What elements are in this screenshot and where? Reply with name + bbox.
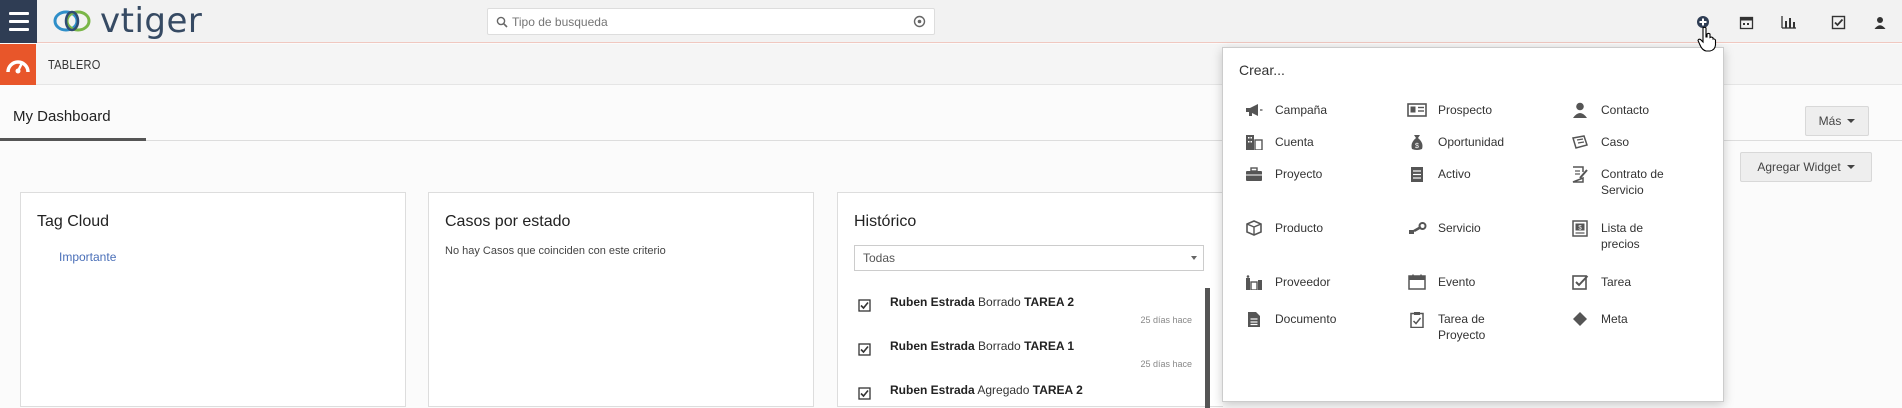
vtiger-logo[interactable]: vtiger (52, 1, 203, 41)
history-user[interactable]: Ruben Estrada (890, 339, 975, 353)
logo-text: vtiger (100, 1, 203, 41)
add-widget-label: Agregar Widget (1757, 160, 1841, 174)
tag-link[interactable]: Importante (59, 250, 116, 264)
create-item-account[interactable]: Cuenta (1243, 133, 1314, 151)
svg-text:$: $ (1415, 143, 1419, 150)
widget-title: Casos por estado (445, 213, 571, 230)
tab-my-dashboard[interactable]: My Dashboard (0, 108, 146, 141)
checkbox-icon (858, 299, 871, 312)
create-item-case[interactable]: Caso (1569, 133, 1629, 151)
create-item-asset[interactable]: Activo (1406, 165, 1471, 183)
create-item-event[interactable]: Evento (1406, 273, 1475, 291)
box-icon (1243, 219, 1265, 237)
create-item-goal[interactable]: Meta (1569, 310, 1628, 328)
contract-icon (1569, 165, 1591, 183)
history-widget: Histórico Todas Ruben Estrada Borrado TA… (837, 192, 1223, 408)
create-item-campaign[interactable]: Campaña (1243, 101, 1327, 119)
more-button[interactable]: Más (1805, 106, 1869, 136)
create-menu-dropdown: Crear... Campaña Prospecto Contacto Cuen… (1222, 47, 1724, 402)
clipboard-icon (1406, 310, 1428, 328)
create-item-project[interactable]: Proyecto (1243, 165, 1322, 183)
create-item-price-list[interactable]: $ Lista de precios (1569, 219, 1681, 252)
checkbox-icon (858, 387, 871, 400)
history-target[interactable]: TAREA 1 (1024, 339, 1074, 353)
create-item-document[interactable]: Documento (1243, 310, 1336, 328)
global-search[interactable] (487, 8, 935, 35)
empty-message: No hay Casos que coinciden con este crit… (445, 245, 666, 257)
search-options-icon[interactable] (913, 15, 926, 28)
add-widget-button[interactable]: Agregar Widget (1740, 152, 1872, 182)
calendar-icon[interactable] (1737, 13, 1755, 31)
tag-cloud-widget: Tag Cloud Importante (20, 192, 406, 407)
more-label: Más (1818, 114, 1842, 128)
chevron-down-icon (1846, 165, 1855, 169)
money-bag-icon: $ (1406, 133, 1428, 151)
history-time: 25 días hace (1140, 315, 1192, 325)
chart-icon[interactable] (1780, 13, 1798, 31)
briefcase-icon (1243, 165, 1265, 183)
chevron-down-icon (1191, 256, 1197, 260)
history-action: Borrado (978, 339, 1021, 353)
history-action: Borrado (978, 295, 1021, 309)
create-item-lead[interactable]: Prospecto (1406, 101, 1492, 119)
top-bar: vtiger (0, 0, 1902, 43)
diamond-icon (1569, 310, 1591, 328)
chevron-down-icon (1847, 119, 1856, 123)
building-icon (1243, 133, 1265, 151)
widget-title: Tag Cloud (37, 213, 110, 230)
history-action: Agregado (977, 383, 1030, 397)
cases-by-status-widget: Casos por estado No hay Casos que coinci… (428, 192, 814, 407)
search-icon (496, 16, 508, 28)
widget-title: Histórico (854, 213, 917, 230)
vendor-icon (1243, 273, 1265, 291)
history-target[interactable]: TAREA 2 (1024, 295, 1074, 309)
create-menu-title: Crear... (1239, 62, 1285, 78)
create-item-project-task[interactable]: Tarea de Proyecto (1406, 310, 1518, 343)
wrench-icon (1406, 219, 1428, 237)
hamburger-menu-icon[interactable] (0, 0, 37, 43)
hand-cursor-icon (1697, 26, 1717, 52)
dashboard-gauge-icon[interactable] (0, 44, 36, 85)
calendar-event-icon (1406, 273, 1428, 291)
module-title: TABLERO (48, 57, 101, 72)
server-icon (1406, 165, 1428, 183)
vtiger-logo-mark-icon (53, 10, 91, 32)
ticket-icon (1569, 133, 1591, 151)
history-target[interactable]: TAREA 2 (1033, 383, 1083, 397)
person-icon (1569, 101, 1591, 119)
price-list-icon: $ (1569, 219, 1591, 237)
create-item-opportunity[interactable]: $ Oportunidad (1406, 133, 1504, 151)
history-filter-select[interactable]: Todas (854, 245, 1204, 271)
user-icon[interactable] (1871, 13, 1889, 31)
id-card-icon (1406, 101, 1428, 119)
megaphone-icon (1243, 101, 1265, 119)
document-icon (1243, 310, 1265, 328)
history-user[interactable]: Ruben Estrada (890, 295, 975, 309)
history-scrollbar[interactable] (1205, 288, 1210, 408)
history-time: 25 días hace (1140, 359, 1192, 369)
checkbox-icon (858, 343, 871, 356)
create-item-service-contract[interactable]: Contrato de Servicio (1569, 165, 1701, 198)
checkbox-icon[interactable] (1829, 13, 1847, 31)
create-item-contact[interactable]: Contacto (1569, 101, 1649, 119)
create-item-task[interactable]: Tarea (1569, 273, 1631, 291)
history-user[interactable]: Ruben Estrada (890, 383, 975, 397)
check-square-icon (1569, 273, 1591, 291)
search-input[interactable] (512, 14, 902, 29)
create-item-product[interactable]: Producto (1243, 219, 1323, 237)
history-filter-value: Todas (863, 251, 896, 265)
create-item-vendor[interactable]: Proveedor (1243, 273, 1330, 291)
create-item-service[interactable]: Servicio (1406, 219, 1481, 237)
